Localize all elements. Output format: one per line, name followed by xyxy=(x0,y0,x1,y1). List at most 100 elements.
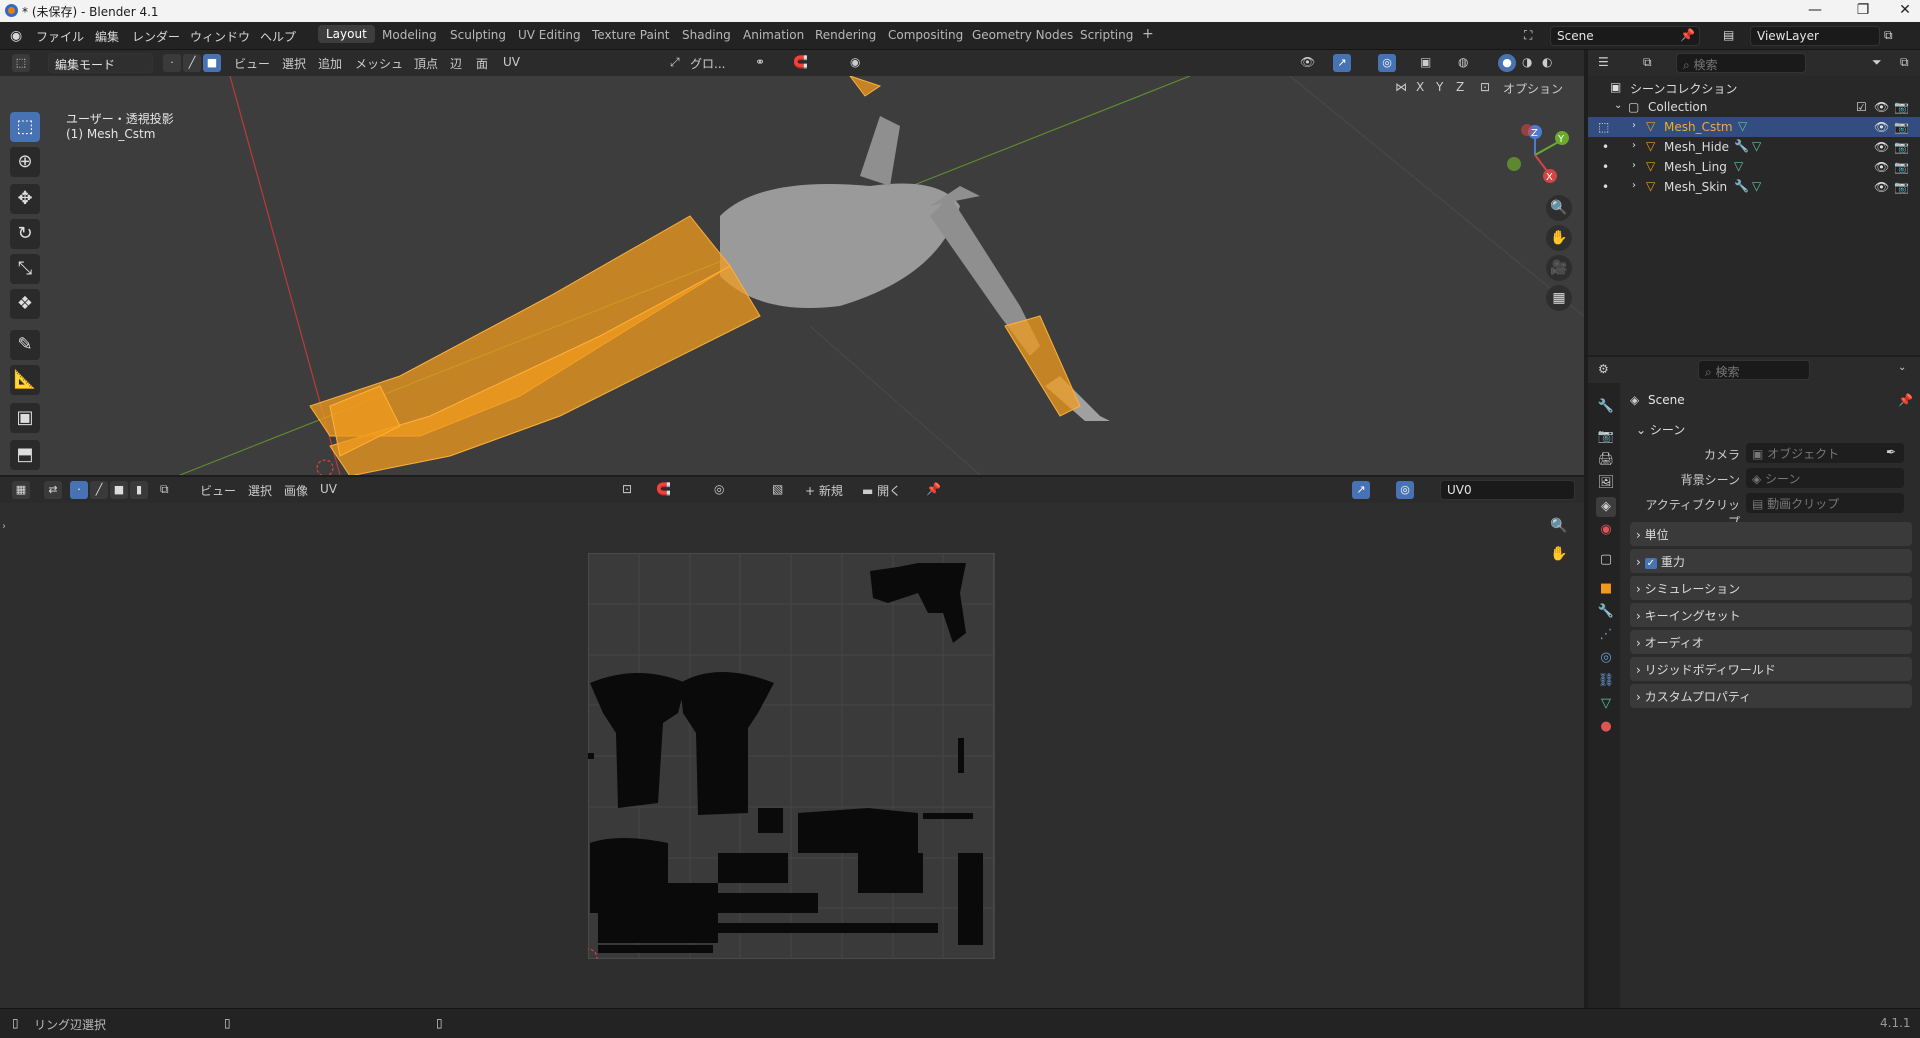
uv-vertex-mode-icon[interactable]: · xyxy=(70,481,88,499)
properties-editor-icon[interactable]: ⚙ xyxy=(1598,362,1609,376)
pin-icon[interactable]: 📌 xyxy=(1680,28,1695,42)
data-tab-icon[interactable]: ▽ xyxy=(1596,694,1616,714)
menu-vertex[interactable]: 頂点 xyxy=(414,55,438,72)
face-select-icon[interactable]: ■ xyxy=(203,54,221,72)
display-mode-icon[interactable]: ⧉ xyxy=(1643,55,1652,70)
snap-icon[interactable]: 🧲 xyxy=(793,55,808,69)
vertex-select-icon[interactable]: · xyxy=(163,54,181,72)
view-layer-tab-icon[interactable]: 🖼 xyxy=(1596,473,1616,493)
close-button[interactable]: ✕ xyxy=(1890,2,1920,18)
outliner-item-mesh-hide[interactable]: • › ▽ Mesh_Hide 🔧 ▽ 👁 📷 xyxy=(1588,137,1920,157)
menu-help[interactable]: ヘルプ xyxy=(260,28,296,45)
modifier-tab-icon[interactable]: 🔧 xyxy=(1596,602,1616,622)
shading-wire-icon[interactable]: ◍ xyxy=(1458,55,1468,69)
object-tab-icon[interactable]: ■ xyxy=(1596,579,1616,599)
section-custom-properties[interactable]: › カスタムプロパティ xyxy=(1630,684,1912,708)
menu-window[interactable]: ウィンドウ xyxy=(190,28,250,45)
uv-pan-hand-icon[interactable]: ✋ xyxy=(1546,541,1572,567)
uv-pivot-icon[interactable]: ⊡ xyxy=(622,482,632,496)
uv-zoom-icon[interactable]: 🔍 xyxy=(1546,513,1572,539)
tab-compositing[interactable]: Compositing xyxy=(888,28,963,42)
context-pin-icon[interactable]: 📌 xyxy=(1898,393,1913,407)
outliner-item-mesh-cstm[interactable]: ⬚ › ▽ Mesh_Cstm ▽ 👁 📷 xyxy=(1588,117,1920,137)
camera-view-icon[interactable]: 🎥 xyxy=(1546,255,1572,281)
render-camera-icon[interactable]: 📷 xyxy=(1894,140,1909,154)
scene-icon[interactable]: ⛶ xyxy=(1524,28,1532,43)
section-keying-sets[interactable]: › キーイングセット xyxy=(1630,603,1912,627)
uv-menu-select[interactable]: 選択 xyxy=(248,482,272,499)
pivot-icon[interactable]: ⚭ xyxy=(755,55,765,69)
new-collection-icon[interactable]: ⧉ xyxy=(1900,55,1909,70)
transform-orientation[interactable]: グロ... xyxy=(690,55,725,72)
uv-edge-mode-icon[interactable]: ╱ xyxy=(90,481,108,499)
editor-type-icon[interactable]: ⬚ xyxy=(12,54,30,72)
maximize-button[interactable]: ❐ xyxy=(1848,2,1878,18)
tab-layout[interactable]: Layout xyxy=(318,25,375,43)
expand-icon[interactable]: › xyxy=(1632,140,1636,151)
camera-field[interactable]: ▣ オブジェクト xyxy=(1746,443,1904,463)
menu-select[interactable]: 選択 xyxy=(282,55,306,72)
eyedropper-icon[interactable]: ✒ xyxy=(1886,445,1896,459)
zoom-icon[interactable]: 🔍 xyxy=(1546,195,1572,221)
uv-island-mode-icon[interactable]: ▮ xyxy=(130,481,148,499)
section-audio[interactable]: › オーディオ xyxy=(1630,630,1912,654)
collection-eye-icon[interactable]: 👁 xyxy=(1874,100,1889,114)
edge-select-icon[interactable]: ╱ xyxy=(183,54,201,72)
uv-sticky-icon[interactable]: ⧉ xyxy=(160,482,169,497)
new-image-button[interactable]: + 新規 xyxy=(805,482,843,499)
section-simulation[interactable]: › シミュレーション xyxy=(1630,576,1912,600)
scene-selector[interactable]: Scene xyxy=(1550,26,1700,46)
transform-orientation-icon[interactable]: ⤢ xyxy=(670,55,680,70)
section-units[interactable]: › 単位 xyxy=(1630,522,1912,546)
outliner-item-mesh-ling[interactable]: • › ▽ Mesh_Ling ▽ 👁 📷 xyxy=(1588,157,1920,177)
shading-material-icon[interactable]: ◑ xyxy=(1522,55,1532,69)
outliner-item-mesh-skin[interactable]: • › ▽ Mesh_Skin 🔧 ▽ 👁 📷 xyxy=(1588,177,1920,197)
visibility-eye-icon[interactable]: 👁 xyxy=(1874,160,1889,174)
image-browse-icon[interactable]: ▧ xyxy=(772,482,783,496)
image-pin-icon[interactable]: 📌 xyxy=(926,482,941,496)
outliner-scene-collection[interactable]: ▣ シーンコレクション xyxy=(1588,77,1920,97)
gizmo-toggle-icon[interactable]: ↗ xyxy=(1333,54,1351,72)
overlay-toggle-icon[interactable]: ◎ xyxy=(1378,54,1396,72)
render-camera-icon[interactable]: 📷 xyxy=(1894,160,1909,174)
world-tab-icon[interactable]: ◉ xyxy=(1596,520,1616,540)
collection-tab-icon[interactable]: ▢ xyxy=(1596,550,1616,570)
expand-icon[interactable]: › xyxy=(1632,180,1636,191)
add-viewlayer-icon[interactable]: ⧉ xyxy=(1884,28,1893,43)
render-camera-icon[interactable]: 📷 xyxy=(1894,180,1909,194)
outliner-collection[interactable]: ⌄ ▢ Collection ☑ 👁 📷 xyxy=(1588,97,1920,117)
render-tab-icon[interactable]: 📷 xyxy=(1596,427,1616,447)
mode-selector[interactable]: 編集モード xyxy=(48,53,153,73)
uv-menu-uv[interactable]: UV xyxy=(320,482,337,496)
tab-scripting[interactable]: Scripting xyxy=(1080,28,1133,42)
edit-mode-icon[interactable]: ⬚ xyxy=(1598,120,1609,134)
menu-add[interactable]: 追加 xyxy=(318,55,342,72)
xray-icon[interactable]: ▣ xyxy=(1420,55,1431,69)
filter-icon[interactable]: ⏷ xyxy=(1872,55,1882,70)
viewlayer-selector[interactable]: ViewLayer xyxy=(1750,26,1880,46)
tab-animation[interactable]: Animation xyxy=(743,28,804,42)
add-workspace-button[interactable]: + xyxy=(1142,26,1154,42)
proportional-icon[interactable]: ◉ xyxy=(850,55,860,69)
uv-editor[interactable]: ▦ ⇄ · ╱ ■ ▮ ⧉ ビュー 選択 画像 UV ⊡ 🧲 ◎ ▧ + 新規 … xyxy=(0,477,1584,1008)
constraints-tab-icon[interactable]: ⛓ xyxy=(1596,671,1616,691)
pan-hand-icon[interactable]: ✋ xyxy=(1546,225,1572,251)
properties-search[interactable]: ⌕ 検索 xyxy=(1698,360,1810,380)
collapse-icon[interactable]: ⌄ xyxy=(1614,100,1622,111)
viewlayer-icon[interactable]: ▤ xyxy=(1723,28,1734,42)
uv-face-mode-icon[interactable]: ■ xyxy=(110,481,128,499)
outliner-search[interactable]: ⌕ 検索 xyxy=(1676,53,1806,73)
shading-solid-icon[interactable]: ● xyxy=(1498,54,1516,72)
tab-texture-paint[interactable]: Texture Paint xyxy=(592,28,669,42)
3d-viewport[interactable]: ⬚ 編集モード · ╱ ■ ビュー 選択 追加 メッシュ 頂点 辺 面 UV ⤢… xyxy=(0,50,1584,475)
uv-gizmo-icon[interactable]: ↗ xyxy=(1352,481,1370,499)
tab-rendering[interactable]: Rendering xyxy=(815,28,876,42)
open-image-button[interactable]: ▬ 開く xyxy=(862,482,901,499)
tab-shading[interactable]: Shading xyxy=(682,28,731,42)
tab-uv-editing[interactable]: UV Editing xyxy=(518,28,581,42)
menu-render[interactable]: レンダー xyxy=(132,28,180,45)
collection-checkbox-icon[interactable]: ☑ xyxy=(1856,100,1867,114)
navigation-gizmo[interactable]: Z Y X xyxy=(1490,120,1580,190)
visibility-eye-icon[interactable]: 👁 xyxy=(1874,120,1889,134)
output-tab-icon[interactable]: 🖨 xyxy=(1596,450,1616,470)
